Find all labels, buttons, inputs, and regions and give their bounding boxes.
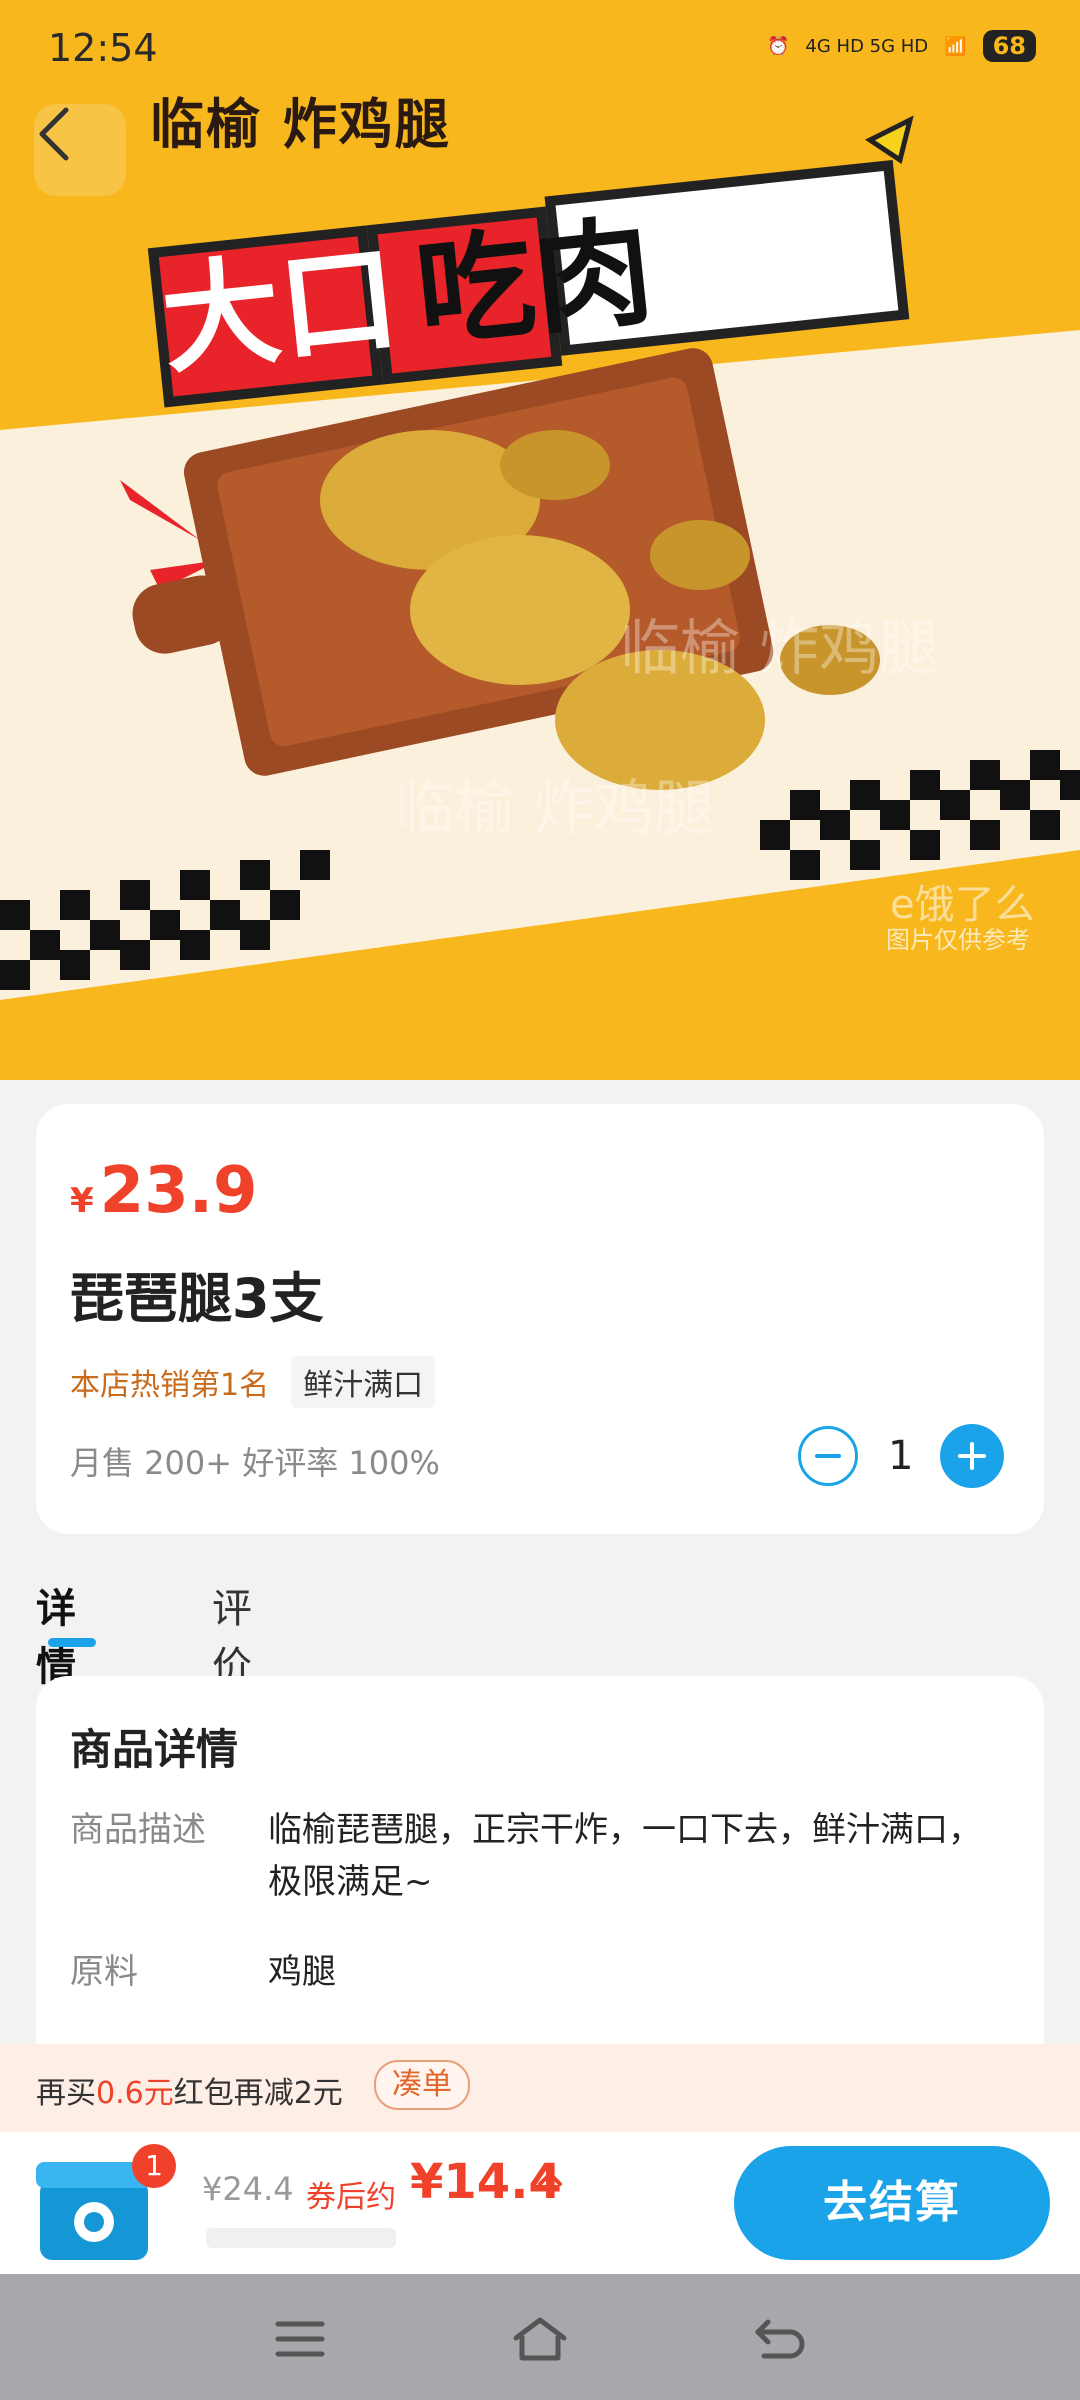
material-label: 原料 (70, 1952, 138, 1992)
description-value: 临榆琵琶腿，正宗干炸，一口下去，鲜汁满口，极限满足~ (268, 1810, 982, 1902)
brand-name: 临榆 (150, 93, 262, 156)
promo-suffix: 红包再减2元 (173, 2076, 343, 2111)
material-value: 鸡腿 (268, 1952, 336, 1992)
original-price: ¥24.4 (202, 2170, 294, 2208)
wifi-icon: 📶 (944, 35, 967, 57)
watermark: 临榆 炸鸡腿 (620, 614, 940, 684)
tab-review-label: 评价 (212, 1586, 252, 1690)
brand-logo: 临榆 炸鸡腿 (150, 80, 451, 159)
cart-bar: 1 ¥24.4 券后约 ¥14.4 去结算 (0, 2132, 1080, 2274)
promo-amount: 0.6元 (96, 2076, 174, 2111)
system-nav-bar (0, 2274, 1080, 2400)
cart-count-badge: 1 (132, 2144, 176, 2188)
slogan-part-2: 吃肉 (409, 201, 659, 364)
minus-icon (815, 1454, 841, 1458)
blurred-text (206, 2228, 396, 2248)
decrease-quantity-button[interactable] (798, 1426, 858, 1486)
active-tab-indicator (48, 1638, 96, 1647)
promo-prefix: 再买 (36, 2076, 96, 2111)
product-price: ¥23.9 (70, 1154, 258, 1228)
image-reference-note: 图片仅供参考 (886, 926, 1030, 954)
add-on-button[interactable]: 凑单 (374, 2060, 470, 2110)
back-nav-icon[interactable] (750, 2314, 810, 2364)
promo-bar: 再买0.6元红包再减2元 凑单 (0, 2044, 1080, 2132)
price-value: 23.9 (99, 1154, 258, 1228)
chevron-up-icon[interactable] (536, 2166, 564, 2190)
currency-symbol: ¥ (70, 1181, 94, 1221)
product-info-card: ¥23.9 琵琶腿3支 本店热销第1名 鲜汁满口 月售 200+ 好评率 100… (36, 1104, 1044, 1534)
back-button[interactable] (34, 104, 126, 196)
back-arrow-icon (39, 107, 69, 161)
network-indicator: 4G HD 5G HD (805, 35, 929, 57)
rank-tag: 本店热销第1名 (70, 1368, 270, 1403)
brand-suffix: 炸鸡腿 (282, 93, 451, 156)
tab-detail[interactable]: 详情 (36, 1576, 76, 1692)
product-name: 琵琶腿3支 (70, 1267, 324, 1330)
after-coupon-label: 券后约 (306, 2180, 396, 2215)
flavor-tag: 鲜汁满口 (291, 1356, 436, 1408)
battery-level: 68 (982, 30, 1036, 62)
checkout-button[interactable]: 去结算 (734, 2146, 1050, 2260)
product-tags: 本店热销第1名 鲜汁满口 (70, 1356, 436, 1408)
quantity-value: 1 (888, 1433, 914, 1479)
quantity-stepper: 1 (798, 1424, 1004, 1488)
detail-title: 商品详情 (70, 1725, 239, 1774)
watermark: 临榆 炸鸡腿 (395, 774, 715, 844)
menu-icon[interactable] (270, 2314, 330, 2364)
slogan-part-1: 大口 (155, 228, 405, 391)
home-icon[interactable] (510, 2314, 570, 2364)
status-time: 12:54 (48, 26, 158, 70)
sales-info: 月售 200+ 好评率 100% (70, 1444, 440, 1482)
description-label: 商品描述 (70, 1810, 206, 1850)
increase-quantity-button[interactable] (940, 1424, 1004, 1488)
alarm-icon: ⏰ (766, 35, 790, 57)
promo-text: 再买0.6元红包再减2元 (36, 2068, 343, 2112)
product-image: 12:54 ⏰ 4G HD 5G HD 📶 68 临榆 炸鸡腿 大口吃肉 临榆 … (0, 0, 1080, 1080)
